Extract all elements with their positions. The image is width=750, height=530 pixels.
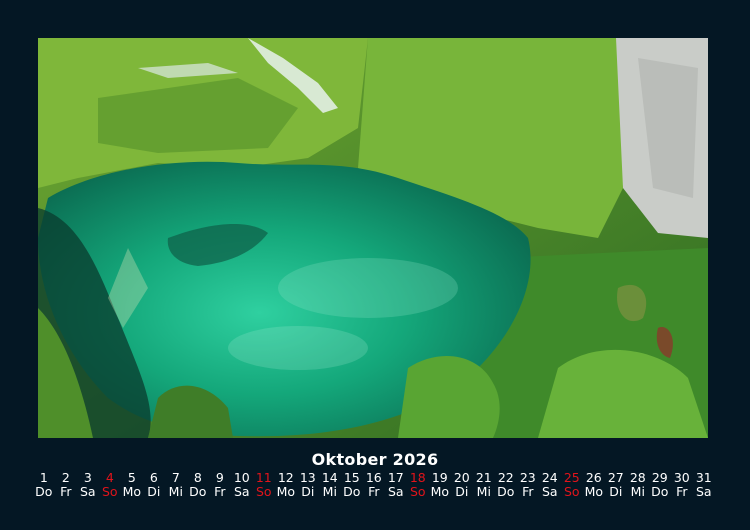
day-number: 29	[651, 470, 668, 485]
weekday-label: Do	[35, 484, 53, 499]
calendar-day: 18 So	[407, 471, 429, 499]
day-number: 8	[193, 470, 202, 485]
day-number: 30	[673, 470, 690, 485]
day-number: 16	[365, 470, 382, 485]
calendar-day: 12 Mo	[275, 471, 297, 499]
calendar-day: 13 Di	[297, 471, 319, 499]
day-number: 13	[299, 470, 316, 485]
calendar-day: 7 Mi	[165, 471, 187, 499]
calendar-day: 10 Sa	[231, 471, 253, 499]
calendar-day: 26 Mo	[583, 471, 605, 499]
weekday-label: Mo	[276, 484, 296, 499]
weekday-label: So	[564, 484, 580, 499]
day-number: 4	[105, 470, 114, 485]
weekday-label: Fr	[368, 484, 380, 499]
weekday-label: Mi	[476, 484, 491, 499]
weekday-label: Sa	[79, 484, 96, 499]
weekday-label: So	[410, 484, 426, 499]
day-strip: 1 Do 2 Fr 3 Sa 4 So 5 Mo 6 Di 7 Mi 8 Do 9 Fr 10 Sa 11 So 12 Mo 1…	[33, 471, 715, 499]
weekday-label: Mo	[122, 484, 142, 499]
calendar-day: 6 Di	[143, 471, 165, 499]
weekday-label: Mi	[630, 484, 645, 499]
calendar-day: 29 Do	[649, 471, 671, 499]
weekday-label: Mo	[584, 484, 604, 499]
day-number: 23	[519, 470, 536, 485]
weekday-label: Sa	[541, 484, 558, 499]
calendar-day: 1 Do	[33, 471, 55, 499]
calendar-day: 9 Fr	[209, 471, 231, 499]
day-number: 24	[541, 470, 558, 485]
weekday-label: Sa	[387, 484, 404, 499]
weekday-label: Di	[609, 484, 623, 499]
weekday-label: Fr	[522, 484, 534, 499]
calendar-day: 24 Sa	[539, 471, 561, 499]
calendar-day: 28 Mi	[627, 471, 649, 499]
weekday-label: Do	[651, 484, 669, 499]
day-number: 19	[431, 470, 448, 485]
day-number: 31	[695, 470, 712, 485]
day-number: 10	[233, 470, 250, 485]
day-number: 14	[321, 470, 338, 485]
weekday-label: Mi	[168, 484, 183, 499]
calendar-day: 30 Fr	[671, 471, 693, 499]
landscape-photo	[38, 38, 708, 438]
weekday-label: Mi	[322, 484, 337, 499]
calendar-day: 31 Sa	[693, 471, 715, 499]
calendar-day: 17 Sa	[385, 471, 407, 499]
calendar-day: 22 Do	[495, 471, 517, 499]
weekday-label: Do	[189, 484, 207, 499]
lake-photo-illustration	[38, 38, 708, 438]
day-number: 2	[61, 470, 70, 485]
day-number: 15	[343, 470, 360, 485]
day-number: 11	[255, 470, 272, 485]
calendar-day: 3 Sa	[77, 471, 99, 499]
weekday-label: Di	[147, 484, 161, 499]
calendar-day: 27 Di	[605, 471, 627, 499]
day-number: 18	[409, 470, 426, 485]
day-number: 3	[83, 470, 92, 485]
calendar-day: 25 So	[561, 471, 583, 499]
day-number: 26	[585, 470, 602, 485]
day-number: 1	[39, 470, 48, 485]
weekday-label: Sa	[233, 484, 250, 499]
calendar-day: 23 Fr	[517, 471, 539, 499]
day-number: 7	[171, 470, 180, 485]
weekday-label: Di	[301, 484, 315, 499]
day-number: 20	[453, 470, 470, 485]
calendar-day: 16 Fr	[363, 471, 385, 499]
weekday-label: Fr	[60, 484, 72, 499]
calendar-day: 5 Mo	[121, 471, 143, 499]
weekday-label: Do	[497, 484, 515, 499]
calendar-day: 11 So	[253, 471, 275, 499]
weekday-label: Do	[343, 484, 361, 499]
calendar-day: 19 Mo	[429, 471, 451, 499]
day-number: 9	[215, 470, 224, 485]
calendar-day: 8 Do	[187, 471, 209, 499]
day-number: 17	[387, 470, 404, 485]
weekday-label: Fr	[676, 484, 688, 499]
day-number: 22	[497, 470, 514, 485]
weekday-label: Di	[455, 484, 469, 499]
calendar-day: 2 Fr	[55, 471, 77, 499]
weekday-label: Sa	[695, 484, 712, 499]
weekday-label: So	[102, 484, 118, 499]
calendar-day: 4 So	[99, 471, 121, 499]
calendar-page: Oktober 2026 1 Do 2 Fr 3 Sa 4 So 5 Mo 6 Di 7 Mi 8 Do 9 Fr…	[0, 0, 750, 530]
weekday-label: Mo	[430, 484, 450, 499]
month-title: Oktober 2026	[311, 450, 439, 469]
calendar-day: 14 Mi	[319, 471, 341, 499]
day-number: 25	[563, 470, 580, 485]
calendar-day: 15 Do	[341, 471, 363, 499]
day-number: 28	[629, 470, 646, 485]
calendar-day: 20 Di	[451, 471, 473, 499]
calendar-day: 21 Mi	[473, 471, 495, 499]
day-number: 27	[607, 470, 624, 485]
weekday-label: So	[256, 484, 272, 499]
weekday-label: Fr	[214, 484, 226, 499]
day-number: 6	[149, 470, 158, 485]
day-number: 5	[127, 470, 136, 485]
day-number: 12	[277, 470, 294, 485]
day-number: 21	[475, 470, 492, 485]
